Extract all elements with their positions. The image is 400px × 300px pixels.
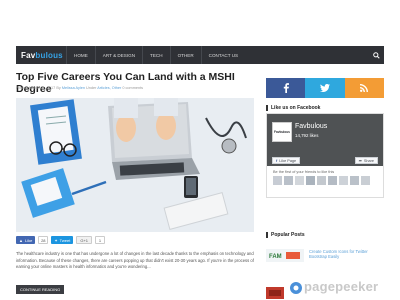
facebook-like-page-button[interactable]: f Like Page <box>272 157 301 164</box>
facebook-small-icon: f <box>276 158 278 163</box>
facebook-page-name[interactable]: Favbulous <box>295 123 327 130</box>
meta-prefix: Posted March 21, 2017 By <box>16 86 61 90</box>
tweet-label: Tweet <box>59 237 71 243</box>
facebook-page-avatar[interactable]: Favbulous <box>272 122 292 142</box>
logo-part-1: Fav <box>21 50 36 60</box>
social-icons-row <box>266 78 384 98</box>
svg-text:FAM: FAM <box>269 254 282 260</box>
friend-avatar <box>339 176 348 185</box>
article-featured-image[interactable] <box>16 98 254 232</box>
facebook-friends-text: Be the first of your friends to like thi… <box>273 170 335 174</box>
nav-item-other[interactable]: OTHER <box>169 46 201 64</box>
popular-posts-title-text: Popular Posts <box>271 232 305 238</box>
like-label: Like <box>24 237 33 243</box>
article-meta: Posted March 21, 2017 By Melissa Aylen U… <box>16 86 143 90</box>
gplus-count: 1 <box>95 236 106 244</box>
facebook-widget-title-text: Like us on Facebook <box>271 105 321 111</box>
pagepeeker-logo-icon <box>290 282 302 294</box>
friend-avatar <box>306 176 315 185</box>
title-accent-bar <box>266 105 268 111</box>
article-title[interactable]: Top Five Careers You Can Land with a MSH… <box>16 71 256 95</box>
facebook-friend-faces <box>273 176 370 185</box>
search-icon[interactable] <box>368 46 384 64</box>
tweet-button[interactable]: ✦ Tweet <box>51 236 74 244</box>
like-count: 28 <box>38 236 49 244</box>
twitter-icon: ✦ <box>54 237 58 243</box>
facebook-icon[interactable] <box>266 78 306 98</box>
meta-mid: Under <box>86 86 97 90</box>
friend-avatar <box>350 176 359 185</box>
nav-item-contact[interactable]: CONTACT US <box>200 46 245 64</box>
popular-post-link[interactable]: Create Custom Icons for Twitter Bootstra… <box>309 249 384 262</box>
friend-avatar <box>284 176 293 185</box>
popular-posts-title: Popular Posts <box>266 232 305 238</box>
continue-reading-button[interactable]: CONTINUE READING <box>16 285 65 294</box>
popular-post-thumbnail[interactable]: FAM <box>266 249 304 262</box>
popular-post-item[interactable]: FAM Create Custom Icons for Twitter Boot… <box>266 249 384 262</box>
meta-categories[interactable]: Articles, Other <box>97 86 121 90</box>
facebook-widget-title: Like us on Facebook <box>266 105 320 111</box>
gplus-label: G+1 <box>80 237 89 243</box>
pagepeeker-watermark: pagepeeker <box>304 279 379 294</box>
friend-avatar <box>273 176 282 185</box>
article-excerpt: The healthcare industry is one that has … <box>16 251 254 270</box>
friend-avatar <box>361 176 370 185</box>
friend-avatar <box>328 176 337 185</box>
facebook-page-likes: 14,792 likes <box>295 133 319 138</box>
title-accent-bar <box>266 232 268 238</box>
twitter-icon[interactable] <box>305 78 345 98</box>
thumbs-up-icon: ▲ <box>19 237 23 243</box>
top-navigation-bar: Fav bulous HOME ART & DESIGN TECH OTHER C… <box>16 46 384 64</box>
share-icon: ➦ <box>358 159 362 163</box>
like-page-label: Like Page <box>279 158 297 163</box>
nav-item-home[interactable]: HOME <box>66 46 95 64</box>
meta-author[interactable]: Melissa Aylen <box>62 86 85 90</box>
rss-icon[interactable] <box>344 78 384 98</box>
facebook-page-widget: Favbulous Favbulous 14,792 likes f Like … <box>266 113 384 198</box>
friend-avatar <box>317 176 326 185</box>
facebook-like-button[interactable]: ▲ Like <box>16 236 36 244</box>
friend-avatar <box>295 176 304 185</box>
nav-item-art-design[interactable]: ART & DESIGN <box>94 46 142 64</box>
nav-item-tech[interactable]: TECH <box>142 46 170 64</box>
logo-part-2: bulous <box>35 50 63 60</box>
gplus-button[interactable]: G+1 <box>76 236 93 244</box>
meta-comments[interactable]: 0 comments <box>122 86 143 90</box>
share-label: Share <box>363 158 374 163</box>
site-logo[interactable]: Fav bulous <box>16 46 66 64</box>
share-bar: ▲ Like 28 ✦ Tweet G+1 1 <box>16 236 106 244</box>
facebook-share-button[interactable]: ➦ Share <box>354 157 378 164</box>
